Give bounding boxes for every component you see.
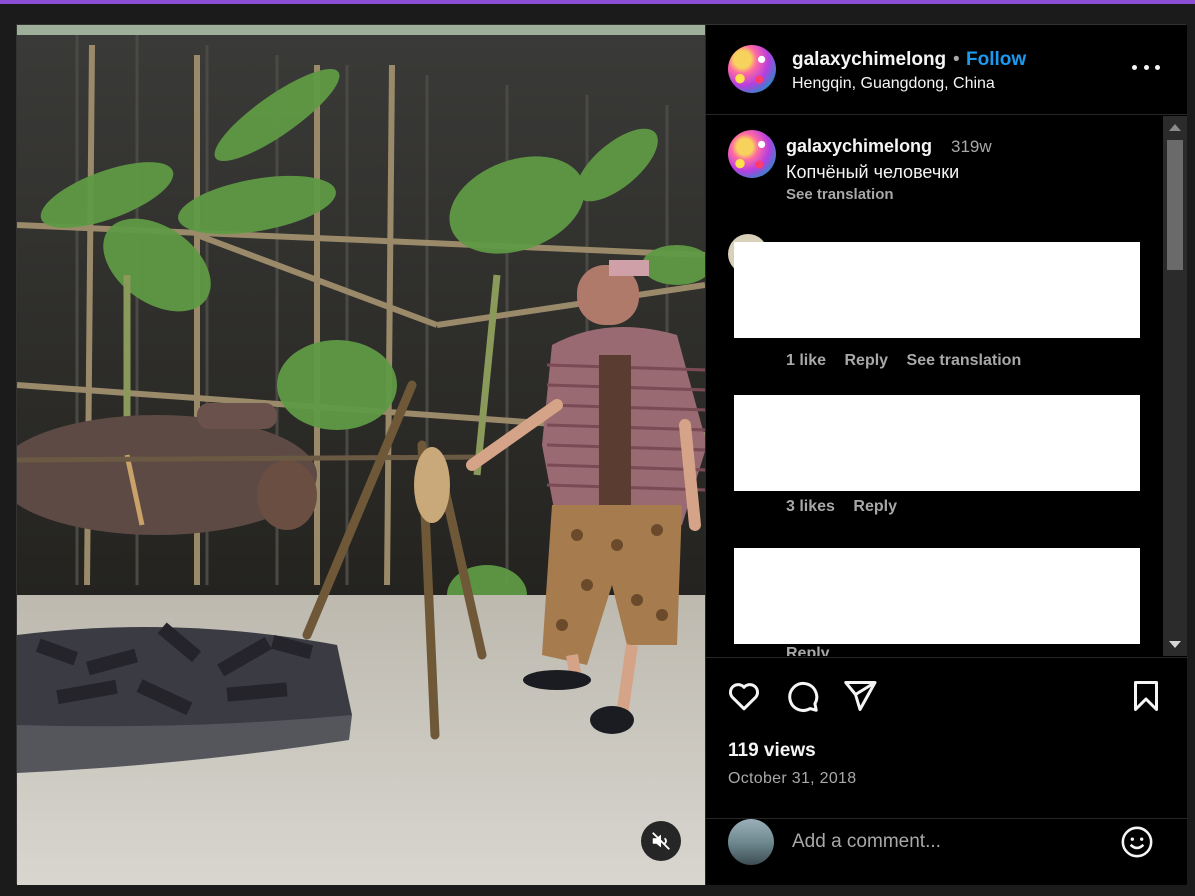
heart-icon[interactable] bbox=[726, 678, 762, 714]
view-count: 119 views bbox=[728, 740, 816, 761]
caption-see-translation[interactable]: See translation bbox=[786, 186, 894, 203]
caption-text: Копчёный человечки bbox=[786, 162, 960, 182]
scrollbar-thumb[interactable] bbox=[1167, 140, 1183, 270]
comment-likes[interactable]: 1 like bbox=[786, 352, 826, 369]
post-sidebar: galaxychimelong • Follow Hengqin, Guangd… bbox=[705, 25, 1188, 885]
scroll-down-arrow-icon[interactable] bbox=[1169, 641, 1181, 648]
comment-icon[interactable] bbox=[784, 678, 820, 714]
window-top-accent bbox=[0, 0, 1195, 4]
redacted-comment bbox=[734, 548, 1140, 644]
comment-reply-button[interactable]: Reply bbox=[853, 498, 897, 515]
caption-timestamp: 319w bbox=[951, 137, 992, 156]
comment-reply-button[interactable]: Reply bbox=[844, 352, 888, 369]
send-icon[interactable] bbox=[842, 678, 878, 714]
header-separator: • bbox=[953, 49, 960, 70]
post-modal: galaxychimelong • Follow Hengqin, Guangd… bbox=[16, 24, 1188, 885]
scroll-up-arrow-icon[interactable] bbox=[1169, 124, 1181, 131]
add-comment-bar: Add a comment... bbox=[706, 818, 1188, 886]
add-comment-input[interactable]: Add a comment... bbox=[792, 831, 941, 853]
smiley-icon[interactable] bbox=[1120, 825, 1154, 859]
post-date: October 31, 2018 bbox=[728, 770, 857, 787]
follow-button[interactable]: Follow bbox=[966, 49, 1026, 71]
comment-meta: 3 likes Reply bbox=[786, 498, 911, 516]
redacted-comment bbox=[734, 242, 1140, 338]
caption-username[interactable]: galaxychimelong bbox=[786, 136, 932, 157]
comment-meta: Reply bbox=[786, 645, 844, 656]
comment-meta: 1 like Reply See translation bbox=[786, 352, 1035, 370]
bookmark-icon[interactable] bbox=[1128, 678, 1164, 714]
muted-speaker-icon bbox=[652, 832, 670, 850]
author-username[interactable]: galaxychimelong bbox=[792, 49, 946, 71]
comment-reply-button[interactable]: Reply bbox=[786, 645, 830, 656]
author-avatar[interactable] bbox=[728, 45, 776, 93]
mute-toggle-button[interactable] bbox=[641, 821, 681, 861]
comment-likes[interactable]: 3 likes bbox=[786, 498, 835, 515]
video-frame-image bbox=[17, 25, 705, 885]
comments-scrollbar[interactable] bbox=[1163, 116, 1187, 656]
more-options-button[interactable] bbox=[1132, 57, 1160, 77]
redacted-comment bbox=[734, 395, 1140, 491]
comments-list: galaxychimelong 319w Копчёный человечки … bbox=[706, 116, 1188, 656]
comment-see-translation[interactable]: See translation bbox=[907, 352, 1022, 369]
post-video[interactable] bbox=[17, 25, 705, 885]
current-user-avatar bbox=[728, 819, 774, 865]
caption-avatar[interactable] bbox=[728, 130, 776, 178]
post-location[interactable]: Hengqin, Guangdong, China bbox=[792, 75, 995, 93]
post-actions: 119 views October 31, 2018 Add a comment… bbox=[706, 657, 1188, 885]
post-header: galaxychimelong • Follow Hengqin, Guangd… bbox=[706, 25, 1188, 115]
